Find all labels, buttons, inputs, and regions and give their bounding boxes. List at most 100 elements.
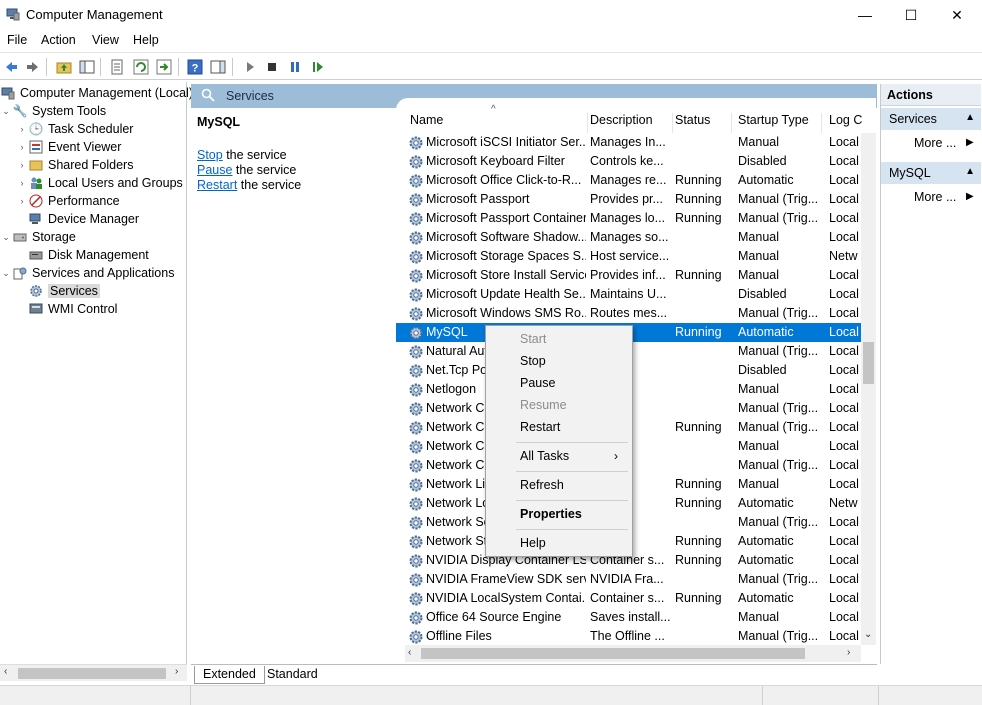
expand-chevron-icon[interactable]: › bbox=[16, 160, 28, 170]
expand-chevron-icon[interactable]: › bbox=[16, 196, 28, 206]
expand-chevron-icon[interactable]: › bbox=[16, 124, 28, 134]
tree-item-local-users-groups[interactable]: › Local Users and Groups bbox=[16, 174, 183, 192]
collapse-chevron-icon[interactable]: ⌄ bbox=[0, 106, 12, 117]
table-row[interactable]: Office 64 Source Engine Saves install... M… bbox=[396, 608, 861, 627]
services-applications-icon bbox=[12, 265, 28, 281]
mysql-more-actions[interactable]: More ... ▶ bbox=[914, 190, 974, 204]
scroll-thumb[interactable] bbox=[863, 342, 874, 384]
properties-toolbar-button[interactable] bbox=[108, 58, 126, 76]
service-status-cell: Running bbox=[675, 591, 722, 605]
context-menu-resume[interactable]: Resume bbox=[520, 398, 567, 412]
service-startup-type-cell: Manual (Trig... bbox=[738, 515, 819, 529]
table-row[interactable]: Microsoft Software Shadow... Manages so..… bbox=[396, 228, 861, 247]
help-toolbar-button[interactable]: ? bbox=[186, 58, 204, 76]
up-folder-button[interactable] bbox=[55, 58, 73, 76]
services-more-actions[interactable]: More ... ▶ bbox=[914, 136, 974, 150]
export-list-button[interactable] bbox=[155, 58, 173, 76]
service-name-cell: Microsoft Windows SMS Ro... bbox=[426, 306, 586, 320]
collapse-chevron-icon[interactable]: ⌄ bbox=[0, 268, 12, 279]
refresh-toolbar-button[interactable] bbox=[132, 58, 150, 76]
minimize-button[interactable]: — bbox=[842, 0, 888, 30]
tab-extended[interactable]: Extended bbox=[194, 666, 265, 684]
expand-chevron-icon[interactable]: › bbox=[16, 142, 28, 152]
restart-service-link[interactable]: Restart bbox=[197, 178, 237, 192]
tree-item-disk-management[interactable]: Disk Management bbox=[28, 246, 149, 264]
performance-icon bbox=[28, 193, 44, 209]
tree-item-event-viewer[interactable]: › Event Viewer bbox=[16, 138, 122, 156]
table-row[interactable]: NVIDIA FrameView SDK serv... NVIDIA Fra..… bbox=[396, 570, 861, 589]
tree-item-services[interactable]: Services bbox=[28, 282, 100, 300]
title-bar: Computer Management — ☐ ✕ bbox=[0, 0, 982, 30]
stop-service-link[interactable]: Stop bbox=[197, 148, 223, 162]
context-menu-start[interactable]: Start bbox=[520, 332, 546, 346]
tree-item-performance[interactable]: › Performance bbox=[16, 192, 120, 210]
list-horizontal-scrollbar[interactable]: ‹ › bbox=[405, 645, 861, 662]
table-row[interactable]: Microsoft Update Health Se... Maintains U… bbox=[396, 285, 861, 304]
tree-item-device-manager[interactable]: Device Manager bbox=[28, 210, 139, 228]
table-row[interactable]: Microsoft Storage Spaces S... Host servic… bbox=[396, 247, 861, 266]
forward-button[interactable] bbox=[24, 58, 42, 76]
context-menu-help[interactable]: Help bbox=[520, 536, 546, 550]
table-row[interactable]: Microsoft Office Click-to-R... Manages re… bbox=[396, 171, 861, 190]
menu-view[interactable]: View bbox=[92, 33, 119, 47]
service-startup-type-cell: Manual bbox=[738, 477, 779, 491]
table-row[interactable]: Microsoft Passport Container Manages lo..… bbox=[396, 209, 861, 228]
service-description-cell: Saves install... bbox=[590, 610, 671, 624]
expand-chevron-icon[interactable]: › bbox=[16, 178, 28, 188]
start-service-button[interactable] bbox=[241, 58, 259, 76]
menu-help[interactable]: Help bbox=[133, 33, 159, 47]
stop-service-button[interactable] bbox=[263, 58, 281, 76]
column-startup-type-header[interactable]: Startup Type bbox=[738, 113, 822, 133]
tree-item-shared-folders[interactable]: › Shared Folders bbox=[16, 156, 134, 174]
tree-item-wmi-control[interactable]: WMI Control bbox=[28, 300, 117, 318]
context-menu-stop[interactable]: Stop bbox=[520, 354, 546, 368]
collapse-caret-icon[interactable]: ▲ bbox=[965, 166, 975, 177]
actions-group-mysql[interactable]: MySQL ▲ bbox=[881, 162, 981, 184]
column-name-header[interactable]: Name bbox=[410, 113, 588, 133]
scroll-down-icon[interactable]: ⌄ bbox=[864, 629, 872, 640]
pause-service-link[interactable]: Pause bbox=[197, 163, 232, 177]
context-menu-all-tasks[interactable]: All Tasks bbox=[520, 449, 569, 463]
tree-item-system-tools[interactable]: ⌄ 🔧 System Tools bbox=[0, 102, 106, 120]
tab-standard[interactable]: Standard bbox=[259, 666, 326, 684]
collapse-caret-icon[interactable]: ▲ bbox=[965, 112, 975, 123]
table-row[interactable]: Microsoft Windows SMS Ro... Routes mes...… bbox=[396, 304, 861, 323]
menu-action[interactable]: Action bbox=[41, 33, 76, 47]
scroll-right-icon[interactable]: › bbox=[847, 647, 850, 658]
table-row[interactable]: Microsoft Store Install Service Provides … bbox=[396, 266, 861, 285]
table-row[interactable]: Microsoft Passport Provides pr... Running M… bbox=[396, 190, 861, 209]
show-hide-action-pane-button[interactable] bbox=[209, 58, 227, 76]
scroll-left-icon[interactable]: ‹ bbox=[408, 647, 411, 658]
column-log-on-as-header[interactable]: Log C bbox=[829, 113, 869, 133]
restart-service-button[interactable] bbox=[309, 58, 327, 76]
scroll-right-icon[interactable]: › bbox=[175, 666, 178, 677]
scroll-thumb[interactable] bbox=[18, 668, 166, 679]
tree-item-services-applications[interactable]: ⌄ Services and Applications bbox=[0, 264, 174, 282]
scroll-thumb[interactable] bbox=[421, 648, 805, 659]
list-vertical-scrollbar[interactable]: ⌄ bbox=[861, 133, 876, 645]
table-row[interactable]: Microsoft iSCSI Initiator Ser... Manages … bbox=[396, 133, 861, 152]
scroll-left-icon[interactable]: ‹ bbox=[4, 666, 7, 677]
close-button[interactable]: ✕ bbox=[934, 0, 980, 30]
menu-file[interactable]: File bbox=[7, 33, 27, 47]
collapse-chevron-icon[interactable]: ⌄ bbox=[0, 232, 12, 243]
tree-item-task-scheduler[interactable]: › 🕒 Task Scheduler bbox=[16, 120, 134, 138]
context-menu-pause[interactable]: Pause bbox=[520, 376, 555, 390]
back-button[interactable] bbox=[2, 58, 20, 76]
maximize-button[interactable]: ☐ bbox=[888, 0, 934, 30]
tree-item-storage[interactable]: ⌄ Storage bbox=[0, 228, 76, 246]
pause-service-button[interactable] bbox=[286, 58, 304, 76]
tree-item-computer-management[interactable]: Computer Management (Local) bbox=[0, 84, 193, 102]
actions-group-services[interactable]: Services ▲ bbox=[881, 108, 981, 130]
table-row[interactable]: Offline Files The Offline ... Manual (Trig… bbox=[396, 627, 861, 646]
context-menu-restart[interactable]: Restart bbox=[520, 420, 560, 434]
show-hide-tree-button[interactable] bbox=[78, 58, 96, 76]
context-menu-refresh[interactable]: Refresh bbox=[520, 478, 564, 492]
context-menu-properties[interactable]: Properties bbox=[520, 507, 582, 521]
table-row[interactable]: Microsoft Keyboard Filter Controls ke... D… bbox=[396, 152, 861, 171]
tree-horizontal-scrollbar[interactable]: ‹ › bbox=[0, 664, 187, 681]
service-gear-icon bbox=[409, 554, 423, 568]
column-description-header[interactable]: Description bbox=[590, 113, 673, 133]
table-row[interactable]: NVIDIA LocalSystem Contai... Container s.… bbox=[396, 589, 861, 608]
column-status-header[interactable]: Status bbox=[675, 113, 732, 133]
